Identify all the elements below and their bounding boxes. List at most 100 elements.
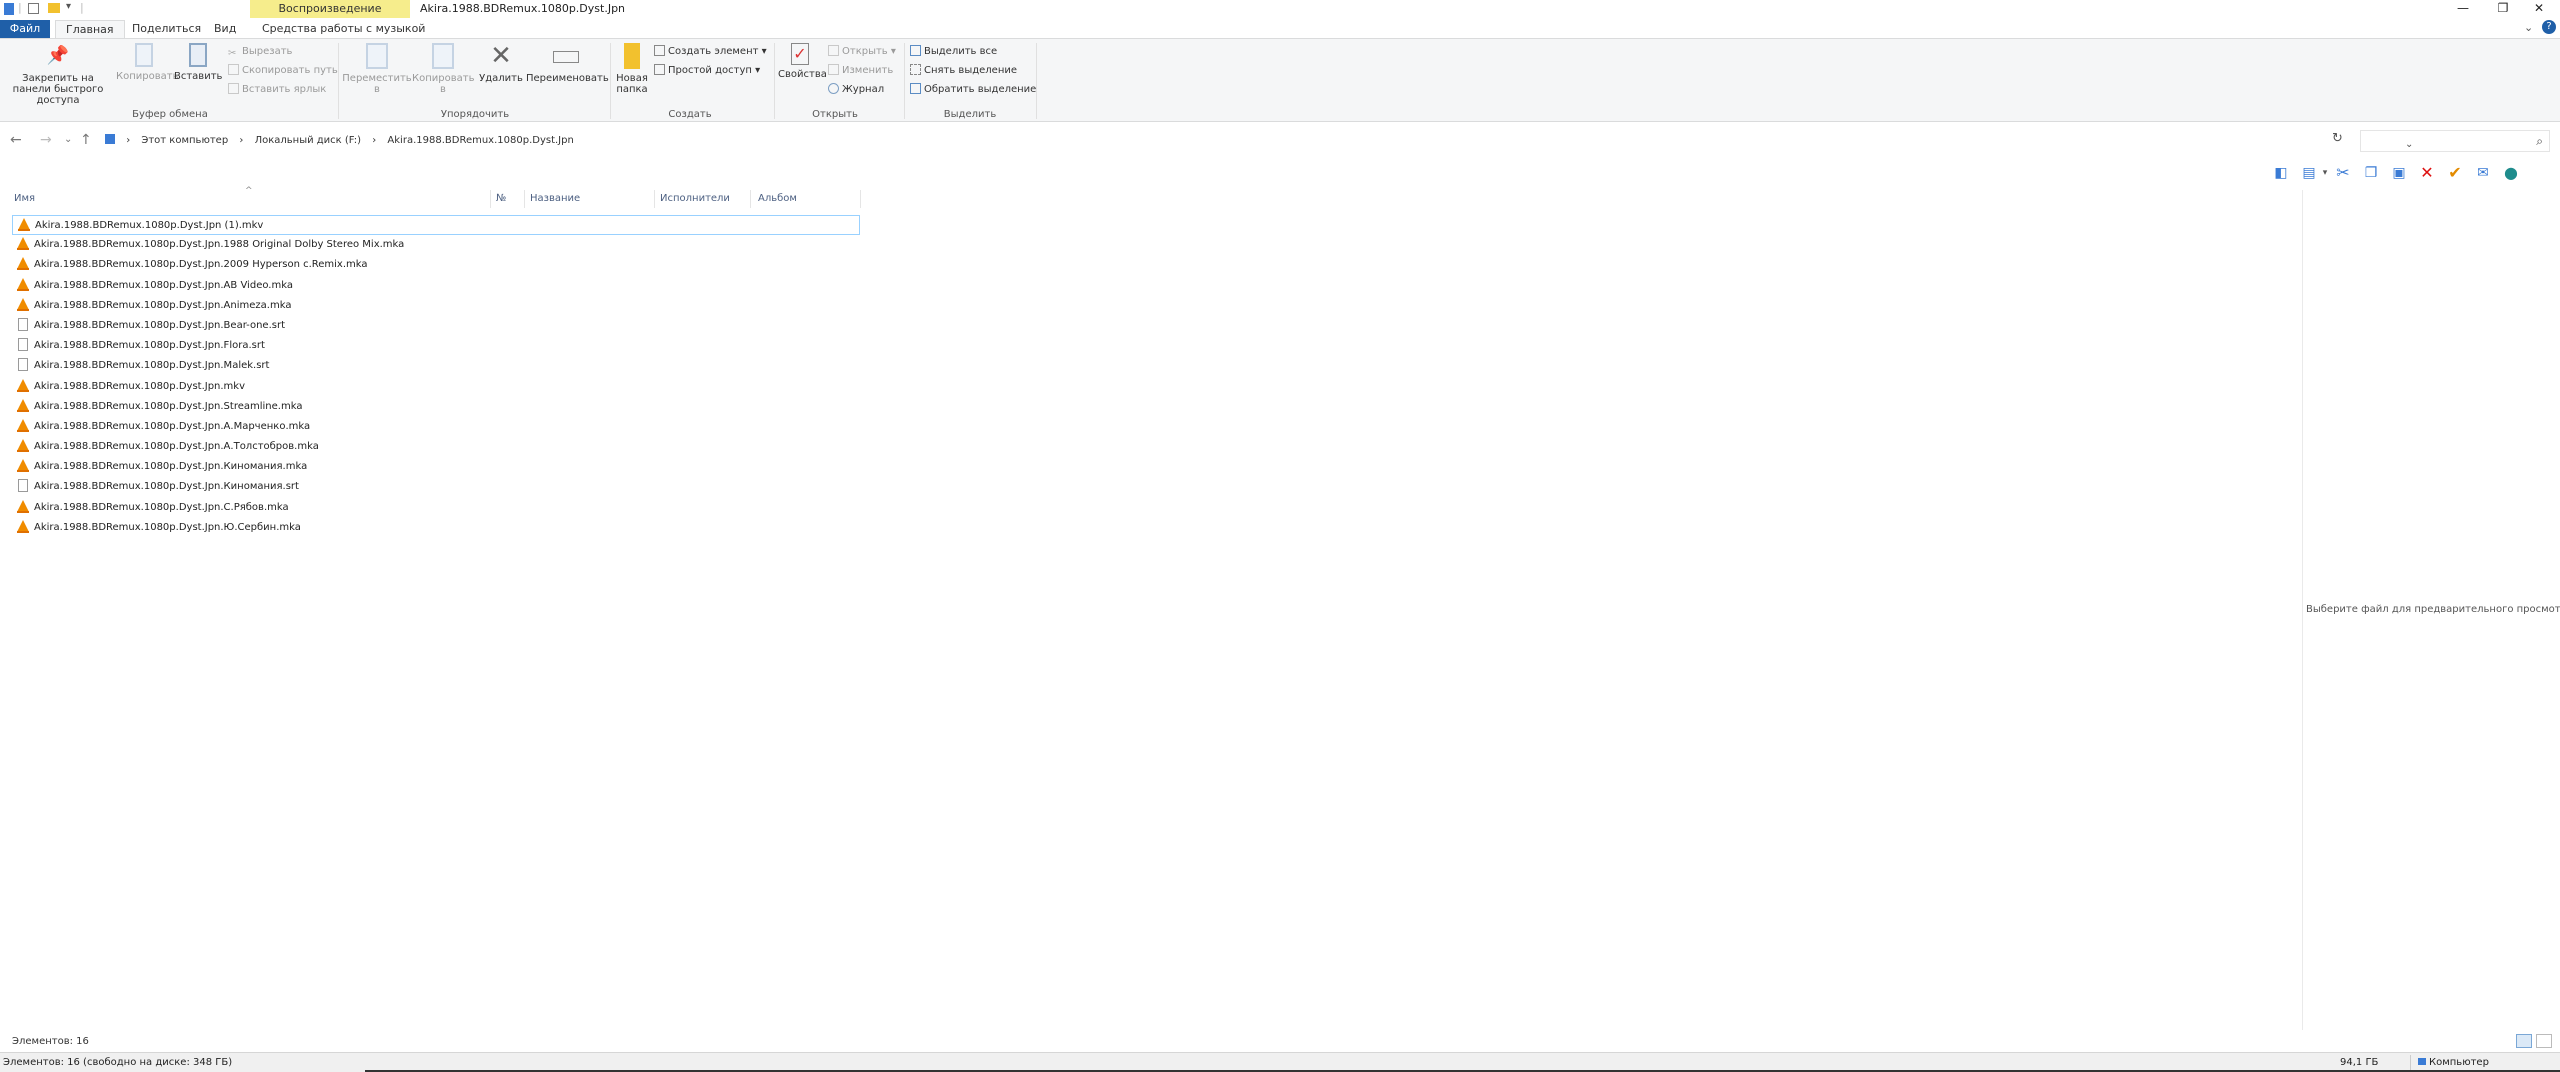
cut-button[interactable]: ✂ Вырезать (228, 45, 292, 59)
column-header-number[interactable]: № (496, 193, 506, 204)
cut-icon[interactable]: ✂ (2332, 162, 2354, 184)
group-label-organize: Упорядочить (440, 109, 510, 120)
copy-path-button[interactable]: Скопировать путь (228, 64, 338, 78)
group-label-create: Создать (668, 109, 712, 120)
paste-shortcut-button[interactable]: Вставить ярлык (228, 83, 326, 97)
column-divider[interactable] (654, 190, 655, 208)
column-divider[interactable] (860, 190, 861, 208)
up-arrow-icon[interactable]: ↑ (80, 132, 92, 148)
file-row[interactable]: Akira.1988.BDRemux.1080p.Dyst.Jpn.А.Марч… (12, 417, 860, 437)
delete-button[interactable]: ✕ Удалить (478, 43, 524, 84)
rename-button[interactable]: Переименовать (526, 43, 609, 84)
column-header-title[interactable]: Название (530, 193, 580, 204)
column-header-name[interactable]: Имя (14, 193, 35, 204)
new-item-icon (654, 45, 665, 56)
file-name: Akira.1988.BDRemux.1080p.Dyst.Jpn.Кинома… (34, 461, 308, 473)
select-all-button[interactable]: Выделить все (910, 45, 997, 59)
file-name: Akira.1988.BDRemux.1080p.Dyst.Jpn.mkv (34, 380, 246, 392)
column-header-album[interactable]: Альбом (758, 193, 797, 204)
details-view-icon[interactable] (2516, 1034, 2532, 1048)
file-row[interactable]: Akira.1988.BDRemux.1080p.Dyst.Jpn (1).mk… (12, 215, 860, 236)
open-button[interactable]: Открыть ▾ (828, 45, 896, 59)
history-button[interactable]: Журнал (828, 83, 884, 97)
paste-button[interactable]: Вставить (174, 43, 222, 82)
paste-icon[interactable]: ▣ (2388, 162, 2410, 184)
new-folder-button[interactable]: Новая папка (614, 43, 650, 95)
file-name: Akira.1988.BDRemux.1080p.Dyst.Jpn.С.Рябо… (34, 501, 289, 513)
qat-dropdown-icon[interactable]: ▾ (66, 1, 71, 12)
file-row[interactable]: Akira.1988.BDRemux.1080p.Dyst.Jpn.Stream… (12, 397, 860, 417)
preview-pane-message: Выберите файл для предварительного просм… (2306, 604, 2560, 615)
file-row[interactable]: Akira.1988.BDRemux.1080p.Dyst.Jpn.С.Рябо… (12, 498, 860, 518)
file-row[interactable]: Akira.1988.BDRemux.1080p.Dyst.Jpn.А.Толс… (12, 437, 860, 457)
select-none-button[interactable]: Снять выделение (910, 64, 1017, 78)
edit-button[interactable]: Изменить (828, 64, 893, 78)
column-divider[interactable] (524, 190, 525, 208)
file-row[interactable]: Akira.1988.BDRemux.1080p.Dyst.Jpn.Flora.… (12, 336, 860, 356)
file-row[interactable]: Akira.1988.BDRemux.1080p.Dyst.Jpn.mkv (12, 377, 860, 397)
tab-view[interactable]: Вид (204, 20, 246, 38)
close-button[interactable]: ✕ (2516, 0, 2560, 18)
back-arrow-icon[interactable]: ← (10, 132, 22, 148)
search-box[interactable]: ⌕ (2360, 130, 2550, 152)
breadcrumb-current-folder[interactable]: Akira.1988.BDRemux.1080p.Dyst.Jpn (387, 135, 573, 146)
ribbon-separator (610, 43, 611, 119)
copy-icon (135, 43, 153, 67)
status-separator (2410, 1055, 2411, 1071)
file-name: Akira.1988.BDRemux.1080p.Dyst.Jpn.2009 H… (34, 259, 368, 271)
qat-separator: | (18, 1, 22, 14)
open-icon (828, 45, 839, 56)
new-folder-qat-icon[interactable] (48, 3, 60, 13)
delete-icon[interactable]: ✕ (2416, 162, 2438, 184)
breadcrumb-this-pc[interactable]: Этот компьютер (141, 135, 228, 146)
ribbon-separator (904, 43, 905, 119)
copy-icon[interactable]: ❐ (2360, 162, 2382, 184)
column-divider[interactable] (750, 190, 751, 208)
file-row[interactable]: Akira.1988.BDRemux.1080p.Dyst.Jpn.AB Vid… (12, 276, 860, 296)
new-item-button[interactable]: Создать элемент ▾ (654, 45, 767, 59)
file-row[interactable]: Akira.1988.BDRemux.1080p.Dyst.Jpn.1988 O… (12, 235, 860, 255)
mail-icon[interactable]: ✉ (2472, 162, 2494, 184)
easy-access-button[interactable]: Простой доступ ▾ (654, 64, 760, 78)
rename-label: Переименовать (526, 73, 609, 84)
large-icons-view-icon[interactable] (2536, 1034, 2552, 1048)
file-row[interactable]: Akira.1988.BDRemux.1080p.Dyst.Jpn.Кинома… (12, 457, 860, 477)
file-row[interactable]: Akira.1988.BDRemux.1080p.Dyst.Jpn.Animez… (12, 296, 860, 316)
tab-file[interactable]: Файл (0, 20, 50, 38)
properties-qat-icon[interactable] (28, 3, 39, 14)
copy-button[interactable]: Копировать (116, 43, 178, 82)
globe-icon[interactable]: ● (2500, 162, 2522, 184)
help-icon[interactable]: ? (2542, 20, 2556, 34)
forward-arrow-icon[interactable]: → (40, 132, 52, 148)
file-row[interactable]: Akira.1988.BDRemux.1080p.Dyst.Jpn.Кинома… (12, 477, 860, 497)
properties-button[interactable]: ✓ Свойства (778, 43, 827, 80)
file-row[interactable]: Akira.1988.BDRemux.1080p.Dyst.Jpn.2009 H… (12, 255, 860, 275)
invert-selection-button[interactable]: Обратить выделение (910, 83, 1036, 97)
file-name: Akira.1988.BDRemux.1080p.Dyst.Jpn.А.Марч… (34, 420, 311, 432)
tab-home[interactable]: Главная (55, 20, 125, 38)
preview-pane-divider[interactable] (2302, 190, 2303, 1030)
pane-toggle-icon[interactable]: ◧ (2270, 162, 2292, 184)
column-header-artist[interactable]: Исполнители (660, 193, 730, 204)
tab-share[interactable]: Поделиться (122, 20, 211, 38)
file-name: Akira.1988.BDRemux.1080p.Dyst.Jpn.Malek.… (34, 360, 270, 372)
file-row[interactable]: Akira.1988.BDRemux.1080p.Dyst.Jpn.Bear-o… (12, 316, 860, 336)
copy-to-button[interactable]: Копировать в (412, 43, 474, 95)
column-divider[interactable] (490, 190, 491, 208)
refresh-icon[interactable]: ↻ (2332, 131, 2343, 146)
file-row[interactable]: Akira.1988.BDRemux.1080p.Dyst.Jpn.Malek.… (12, 356, 860, 376)
breadcrumb-local-disk[interactable]: Локальный диск (F:) (255, 135, 361, 146)
file-row[interactable]: Akira.1988.BDRemux.1080p.Dyst.Jpn.Ю.Серб… (12, 518, 860, 538)
checkmark-icon[interactable]: ✔ (2444, 162, 2466, 184)
pin-quick-access-button[interactable]: 📌 Закрепить на панели быстрого доступа (6, 43, 110, 106)
recent-locations-icon[interactable]: ⌄ (64, 134, 72, 145)
paste-label: Вставить (174, 71, 223, 82)
breadcrumb-separator: › (239, 135, 244, 146)
tab-music-tools[interactable]: Средства работы с музыкой (252, 20, 435, 38)
move-to-button[interactable]: Переместить в (342, 43, 412, 95)
ribbon-collapse-icon[interactable]: ⌄ (2524, 21, 2533, 34)
copy-path-icon (228, 64, 239, 75)
search-icon: ⌕ (2536, 134, 2543, 148)
address-bar[interactable]: › Этот компьютер › Локальный диск (F:) ›… (100, 130, 2413, 152)
vlc-icon (17, 439, 29, 453)
